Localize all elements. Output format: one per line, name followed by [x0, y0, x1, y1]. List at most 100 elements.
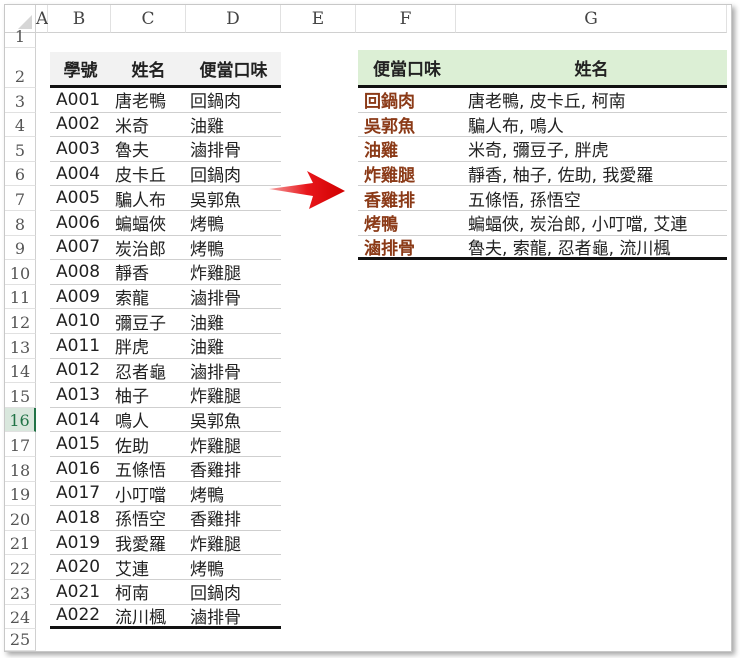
- flavor-cell[interactable]: 回鍋肉: [358, 88, 456, 113]
- left-table-cell[interactable]: A015: [50, 432, 111, 457]
- row-header-18[interactable]: 18: [5, 457, 36, 482]
- left-table-cell[interactable]: A003: [50, 137, 111, 162]
- left-table-cell[interactable]: 騙人布: [111, 186, 186, 211]
- left-table-cell[interactable]: 柚子: [111, 383, 186, 408]
- right-header-cell[interactable]: 便當口味: [358, 50, 456, 88]
- left-table-cell[interactable]: 烤鴨: [186, 555, 281, 580]
- row-header-7[interactable]: 7: [5, 186, 36, 211]
- row-header-10[interactable]: 10: [5, 260, 36, 285]
- left-table-cell[interactable]: A009: [50, 285, 111, 310]
- flavor-cell[interactable]: 炸雞腿: [358, 162, 456, 187]
- column-header-D[interactable]: D: [186, 5, 281, 33]
- left-table-cell[interactable]: 我愛羅: [111, 531, 186, 556]
- left-table-cell[interactable]: 滷排骨: [186, 605, 281, 630]
- left-table-cell[interactable]: 索龍: [111, 285, 186, 310]
- names-cell[interactable]: 米奇, 彌豆子, 胖虎: [456, 137, 727, 162]
- left-table-cell[interactable]: 唐老鴨: [111, 88, 186, 113]
- row-header-1[interactable]: 1: [5, 27, 36, 48]
- names-cell[interactable]: 唐老鴨, 皮卡丘, 柯南: [456, 88, 727, 113]
- left-table-cell[interactable]: 佐助: [111, 432, 186, 457]
- left-table-cell[interactable]: 小叮噹: [111, 482, 186, 507]
- left-table-cell[interactable]: 孫悟空: [111, 506, 186, 531]
- left-table-cell[interactable]: A008: [50, 260, 111, 285]
- left-table-cell[interactable]: A013: [50, 383, 111, 408]
- row-header-24[interactable]: 24: [5, 604, 36, 630]
- column-header-F[interactable]: F: [356, 5, 456, 33]
- row-header-23[interactable]: 23: [5, 580, 36, 605]
- row-header-17[interactable]: 17: [5, 432, 36, 457]
- names-cell[interactable]: 五條悟, 孫悟空: [456, 186, 727, 211]
- left-table-cell[interactable]: 彌豆子: [111, 309, 186, 334]
- column-header-B[interactable]: B: [48, 5, 111, 33]
- left-table-cell[interactable]: 炸雞腿: [186, 531, 281, 556]
- left-table-cell[interactable]: 炸雞腿: [186, 383, 281, 408]
- left-table-cell[interactable]: A012: [50, 359, 111, 384]
- names-cell[interactable]: 魯夫, 索龍, 忍者龜, 流川楓: [456, 236, 727, 261]
- left-table-cell[interactable]: 炸雞腿: [186, 260, 281, 285]
- flavor-cell[interactable]: 吳郭魚: [358, 113, 456, 138]
- column-header-C[interactable]: C: [111, 5, 186, 33]
- row-header-12[interactable]: 12: [5, 309, 36, 334]
- column-header-A[interactable]: A: [36, 5, 48, 33]
- flavor-cell[interactable]: 油雞: [358, 137, 456, 162]
- left-table-cell[interactable]: 艾連: [111, 555, 186, 580]
- left-table-cell[interactable]: 滷排骨: [186, 285, 281, 310]
- flavor-cell[interactable]: 烤鴨: [358, 211, 456, 236]
- row-header-8[interactable]: 8: [5, 211, 36, 236]
- left-table-cell[interactable]: A010: [50, 309, 111, 334]
- left-table-cell[interactable]: 五條悟: [111, 457, 186, 482]
- left-table-cell[interactable]: 香雞排: [186, 506, 281, 531]
- row-header-6[interactable]: 6: [5, 161, 36, 187]
- left-header-cell[interactable]: 姓名: [111, 52, 186, 88]
- left-table-cell[interactable]: 鳴人: [111, 408, 186, 433]
- left-table-cell[interactable]: A022: [50, 605, 111, 630]
- left-table-cell[interactable]: A021: [50, 580, 111, 605]
- row-header-21[interactable]: 21: [5, 530, 36, 556]
- left-table-cell[interactable]: 炸雞腿: [186, 432, 281, 457]
- left-table-cell[interactable]: 烤鴨: [186, 482, 281, 507]
- column-header-E[interactable]: E: [281, 5, 356, 33]
- left-table-cell[interactable]: 油雞: [186, 113, 281, 138]
- left-table-cell[interactable]: 魯夫: [111, 137, 186, 162]
- left-table-cell[interactable]: A018: [50, 506, 111, 531]
- row-header-9[interactable]: 9: [5, 235, 36, 261]
- left-table-cell[interactable]: 柯南: [111, 580, 186, 605]
- row-header-13[interactable]: 13: [5, 334, 36, 359]
- left-table-cell[interactable]: 皮卡丘: [111, 162, 186, 187]
- left-table-cell[interactable]: A006: [50, 211, 111, 236]
- left-table-cell[interactable]: 香雞排: [186, 457, 281, 482]
- left-table-cell[interactable]: A016: [50, 457, 111, 482]
- left-table-cell[interactable]: 回鍋肉: [186, 580, 281, 605]
- left-table-cell[interactable]: 滷排骨: [186, 359, 281, 384]
- left-table-cell[interactable]: A001: [50, 88, 111, 113]
- left-table-cell[interactable]: 烤鴨: [186, 211, 281, 236]
- left-table-cell[interactable]: 米奇: [111, 113, 186, 138]
- names-cell[interactable]: 騙人布, 鳴人: [456, 113, 727, 138]
- left-table-cell[interactable]: 烤鴨: [186, 236, 281, 261]
- row-header-15[interactable]: 15: [5, 383, 36, 408]
- column-header-G[interactable]: G: [456, 5, 727, 33]
- left-table-cell[interactable]: A007: [50, 236, 111, 261]
- row-header-16[interactable]: 16: [5, 407, 36, 433]
- row-header-2[interactable]: 2: [5, 48, 36, 88]
- left-table-cell[interactable]: A004: [50, 162, 111, 187]
- left-table-cell[interactable]: 油雞: [186, 334, 281, 359]
- left-table-cell[interactable]: 滷排骨: [186, 137, 281, 162]
- left-table-cell[interactable]: 炭治郎: [111, 236, 186, 261]
- left-table-cell[interactable]: 回鍋肉: [186, 88, 281, 113]
- flavor-cell[interactable]: 滷排骨: [358, 236, 456, 261]
- left-table-cell[interactable]: A011: [50, 334, 111, 359]
- left-table-cell[interactable]: 流川楓: [111, 605, 186, 630]
- row-header-11[interactable]: 11: [5, 284, 36, 310]
- row-header-20[interactable]: 20: [5, 506, 36, 531]
- row-header-3[interactable]: 3: [5, 88, 36, 113]
- row-header-14[interactable]: 14: [5, 358, 36, 384]
- left-table-cell[interactable]: A002: [50, 113, 111, 138]
- left-table-cell[interactable]: 蝙蝠俠: [111, 211, 186, 236]
- left-table-cell[interactable]: A017: [50, 482, 111, 507]
- names-cell[interactable]: 蝙蝠俠, 炭治郎, 小叮噹, 艾連: [456, 211, 727, 236]
- left-table-cell[interactable]: A019: [50, 531, 111, 556]
- row-header-5[interactable]: 5: [5, 137, 36, 162]
- left-table-cell[interactable]: 油雞: [186, 309, 281, 334]
- left-table-cell[interactable]: 吳郭魚: [186, 408, 281, 433]
